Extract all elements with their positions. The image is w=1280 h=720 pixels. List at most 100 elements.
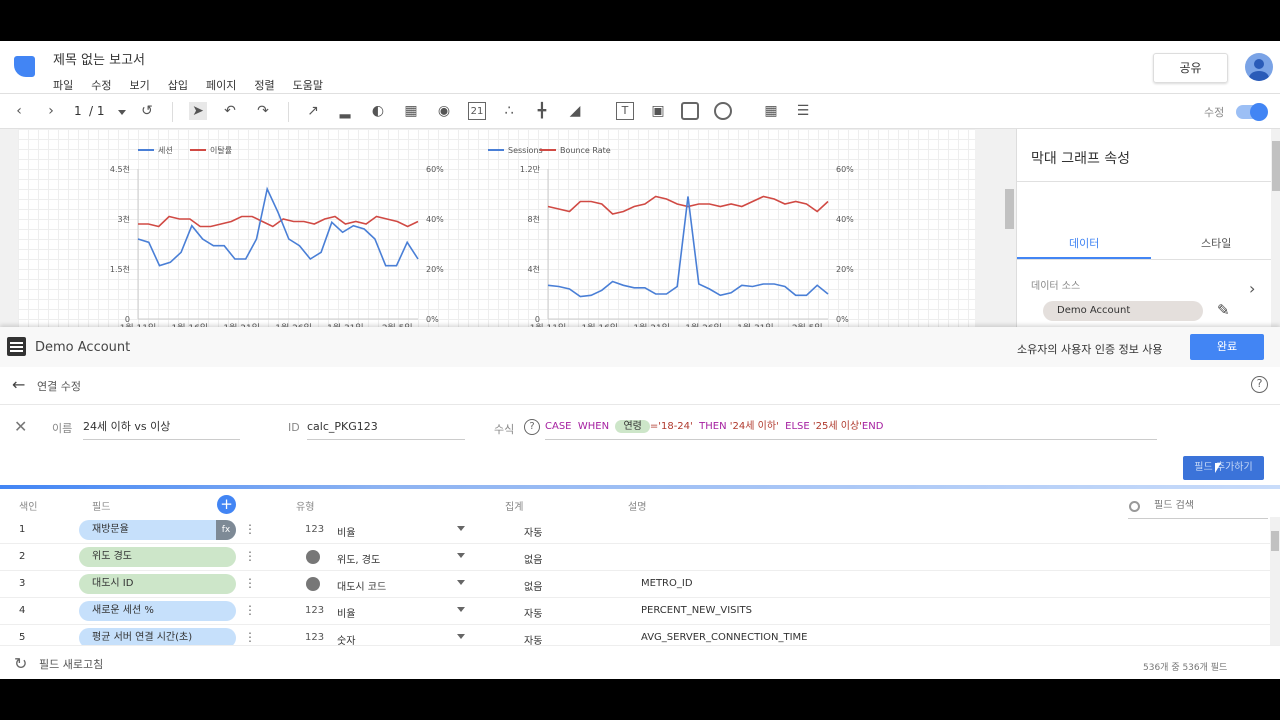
refresh-icon[interactable]: ↻ (14, 654, 27, 673)
canvas-scrollbar[interactable] (1004, 129, 1015, 327)
bar-chart-icon[interactable]: ▂ (336, 102, 354, 120)
forward-icon[interactable]: › (42, 102, 60, 120)
type-value[interactable]: 비율 (337, 605, 355, 620)
field-name: 대도시 ID (92, 578, 134, 589)
type-value[interactable]: 위도, 경도 (337, 551, 380, 566)
name-input[interactable]: 24세 이하 vs 이상 (83, 414, 240, 440)
undo-icon[interactable]: ↶ (221, 102, 239, 120)
pie-chart-icon[interactable]: ◐ (369, 102, 387, 120)
menu-help[interactable]: 도움말 (293, 79, 323, 92)
description-value[interactable]: AVG_SERVER_CONNECTION_TIME (641, 632, 808, 643)
scatter-chart-icon[interactable]: ∴ (500, 102, 518, 120)
fx-icon[interactable]: fx (216, 520, 236, 540)
table-row[interactable]: 1 재방문율 fx ⋮ 123 비율 자동 (0, 517, 1270, 544)
field-search[interactable] (1154, 500, 1264, 511)
arrow-left-icon[interactable]: ← (12, 375, 25, 394)
more-vert-icon[interactable]: ⋮ (244, 630, 256, 644)
tab-data[interactable]: 데이터 (1069, 235, 1099, 251)
redo-icon[interactable]: ↷ (254, 102, 272, 120)
close-icon[interactable]: ✕ (14, 417, 27, 436)
id-value: calc_PKG123 (307, 420, 378, 433)
tab-style[interactable]: 스타일 (1201, 235, 1231, 251)
field-chip[interactable]: 위도 경도 (79, 547, 236, 567)
data-source-chip[interactable]: Demo Account (1043, 301, 1203, 321)
add-field-icon[interactable]: + (217, 495, 236, 514)
select-cursor-icon[interactable]: ➤ (189, 102, 207, 120)
done-button[interactable]: 완료 (1190, 334, 1264, 360)
circle-icon[interactable] (714, 102, 732, 120)
more-vert-icon[interactable]: ⋮ (244, 522, 256, 536)
table-row[interactable]: 2 위도 경도 ⋮ 위도, 경도 없음 (0, 544, 1270, 571)
scorecard-icon[interactable]: 21 (468, 102, 486, 120)
formula-help-icon[interactable]: ? (524, 419, 540, 435)
type-value[interactable]: 비율 (337, 524, 355, 539)
col-index: 색인 (19, 502, 38, 513)
type-dropdown-icon[interactable] (457, 634, 465, 639)
chevron-right-icon[interactable]: › (1249, 279, 1255, 298)
formula-field-chip[interactable]: 연령 (615, 420, 650, 433)
menu-edit[interactable]: 수정 (91, 79, 111, 92)
more-vert-icon[interactable]: ⋮ (244, 549, 256, 563)
filter-control-icon[interactable]: ☰ (794, 102, 812, 120)
menu-view[interactable]: 보기 (130, 79, 150, 92)
name-label: 이름 (52, 422, 73, 435)
props-scrollbar[interactable] (1271, 129, 1280, 327)
geo-map-icon[interactable]: ◉ (435, 102, 453, 120)
pencil-icon[interactable]: ✎ (1217, 301, 1230, 319)
menu-arrange[interactable]: 정렬 (254, 79, 274, 92)
text-icon[interactable]: T (616, 102, 634, 120)
type-dropdown-icon[interactable] (457, 553, 465, 558)
report-title[interactable]: 제목 없는 보고서 (53, 49, 145, 68)
rectangle-icon[interactable] (681, 102, 699, 120)
field-chip[interactable]: 새로운 세션 % (79, 601, 236, 621)
page-dropdown-icon[interactable] (118, 110, 126, 115)
help-icon[interactable]: ? (1251, 376, 1268, 393)
report-page[interactable]: 세션이탈률4.5천3천1.5천060%40%20%0%1월 11일1월 16일1… (18, 129, 975, 327)
sessions-bounce-chart-en[interactable]: SessionsBounce Rate1.2만8천4천060%40%20%0%1… (488, 129, 868, 327)
history-icon[interactable]: ↺ (138, 102, 156, 120)
edit-mode-toggle[interactable] (1236, 103, 1268, 121)
aggregation-value[interactable]: 자동 (524, 524, 542, 539)
more-vert-icon[interactable]: ⋮ (244, 576, 256, 590)
app-logo[interactable] (14, 56, 35, 77)
aggregation-value[interactable]: 없음 (524, 578, 542, 593)
menu-insert[interactable]: 삽입 (168, 79, 188, 92)
field-search-input[interactable] (1128, 497, 1268, 519)
credentials-label[interactable]: 소유자의 사용자 인증 정보 사용 (1017, 341, 1163, 357)
avatar[interactable] (1245, 53, 1273, 81)
aggregation-value[interactable]: 없음 (524, 551, 542, 566)
menu-file[interactable]: 파일 (53, 79, 73, 92)
type-dropdown-icon[interactable] (457, 580, 465, 585)
table-row[interactable]: 3 대도시 ID ⋮ 대도시 코드 없음 METRO_ID (0, 571, 1270, 598)
description-value[interactable]: PERCENT_NEW_VISITS (641, 605, 752, 616)
properties-panel: 막대 그래프 속성 데이터 스타일 데이터 소스 › Demo Account … (1016, 129, 1280, 327)
date-range-icon[interactable]: ▦ (762, 102, 780, 120)
edit-connection-link[interactable]: 연결 수정 (37, 378, 81, 394)
line-chart-icon[interactable]: ↗ (304, 102, 322, 120)
area-chart-icon[interactable]: ◢ (566, 102, 584, 120)
description-value[interactable]: METRO_ID (641, 578, 693, 589)
refresh-fields-link[interactable]: 필드 새로고침 (39, 656, 103, 672)
add-field-button[interactable]: 필드 추가하기 (1183, 456, 1264, 480)
legend-label: Sessions (508, 146, 543, 155)
table-icon[interactable]: ▦ (402, 102, 420, 120)
more-vert-icon[interactable]: ⋮ (244, 603, 256, 617)
share-button[interactable]: 공유 (1153, 53, 1228, 83)
type-value[interactable]: 대도시 코드 (337, 578, 386, 593)
type-dropdown-icon[interactable] (457, 526, 465, 531)
image-icon[interactable]: ▣ (649, 102, 667, 120)
sessions-bounce-chart-ko[interactable]: 세션이탈률4.5천3천1.5천060%40%20%0%1월 11일1월 16일1… (78, 129, 458, 327)
back-icon[interactable]: ‹ (10, 102, 28, 120)
bullet-chart-icon[interactable]: ╋ (533, 102, 551, 120)
page-number: 1 (74, 104, 82, 118)
aggregation-value[interactable]: 자동 (524, 605, 542, 620)
row-index: 3 (19, 578, 26, 589)
add-field-label: 필드 추가하기 (1194, 462, 1253, 473)
menu-page[interactable]: 페이지 (206, 79, 236, 92)
field-chip[interactable]: 재방문율 (79, 520, 236, 540)
formula-input[interactable]: CASE WHEN 연령 ='18-24' THEN '24세 이하' ELSE … (545, 414, 1157, 440)
type-dropdown-icon[interactable] (457, 607, 465, 612)
id-input[interactable]: calc_PKG123 (307, 414, 465, 440)
table-row[interactable]: 4 새로운 세션 % ⋮ 123 비율 자동 PERCENT_NEW_VISITS (0, 598, 1270, 625)
field-chip[interactable]: 대도시 ID (79, 574, 236, 594)
